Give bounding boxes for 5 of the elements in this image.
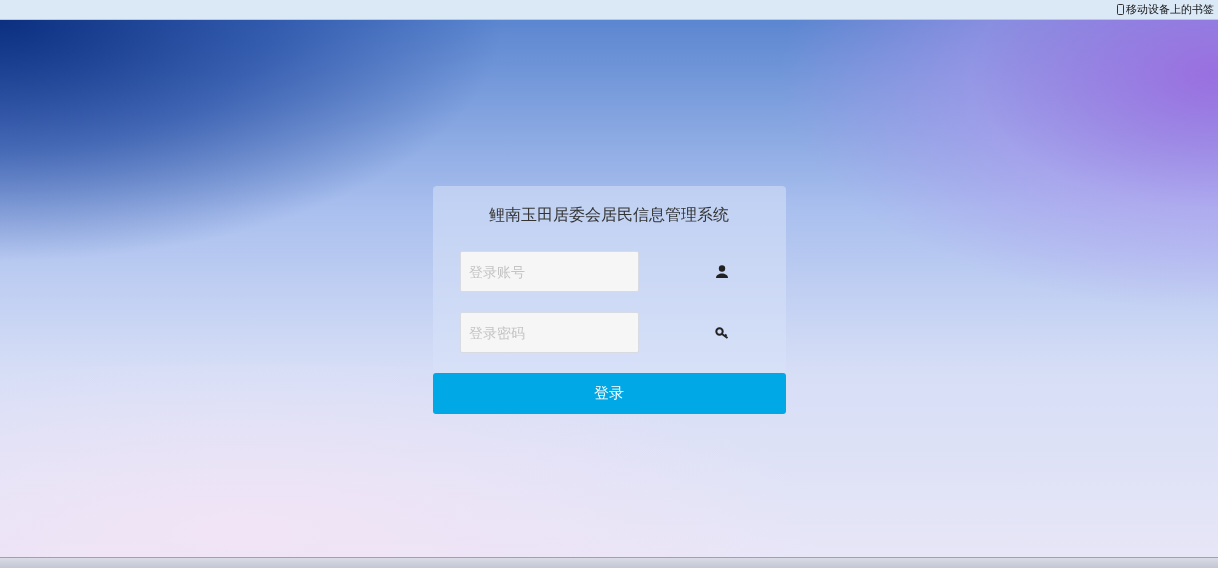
system-title: 鲤南玉田居委会居民信息管理系统 <box>488 204 730 226</box>
key-icon <box>715 326 729 339</box>
mobile-bookmarks-folder[interactable]: 移动设备上的书签 <box>1117 2 1214 17</box>
phone-icon <box>1117 4 1124 15</box>
user-icon <box>716 265 728 278</box>
